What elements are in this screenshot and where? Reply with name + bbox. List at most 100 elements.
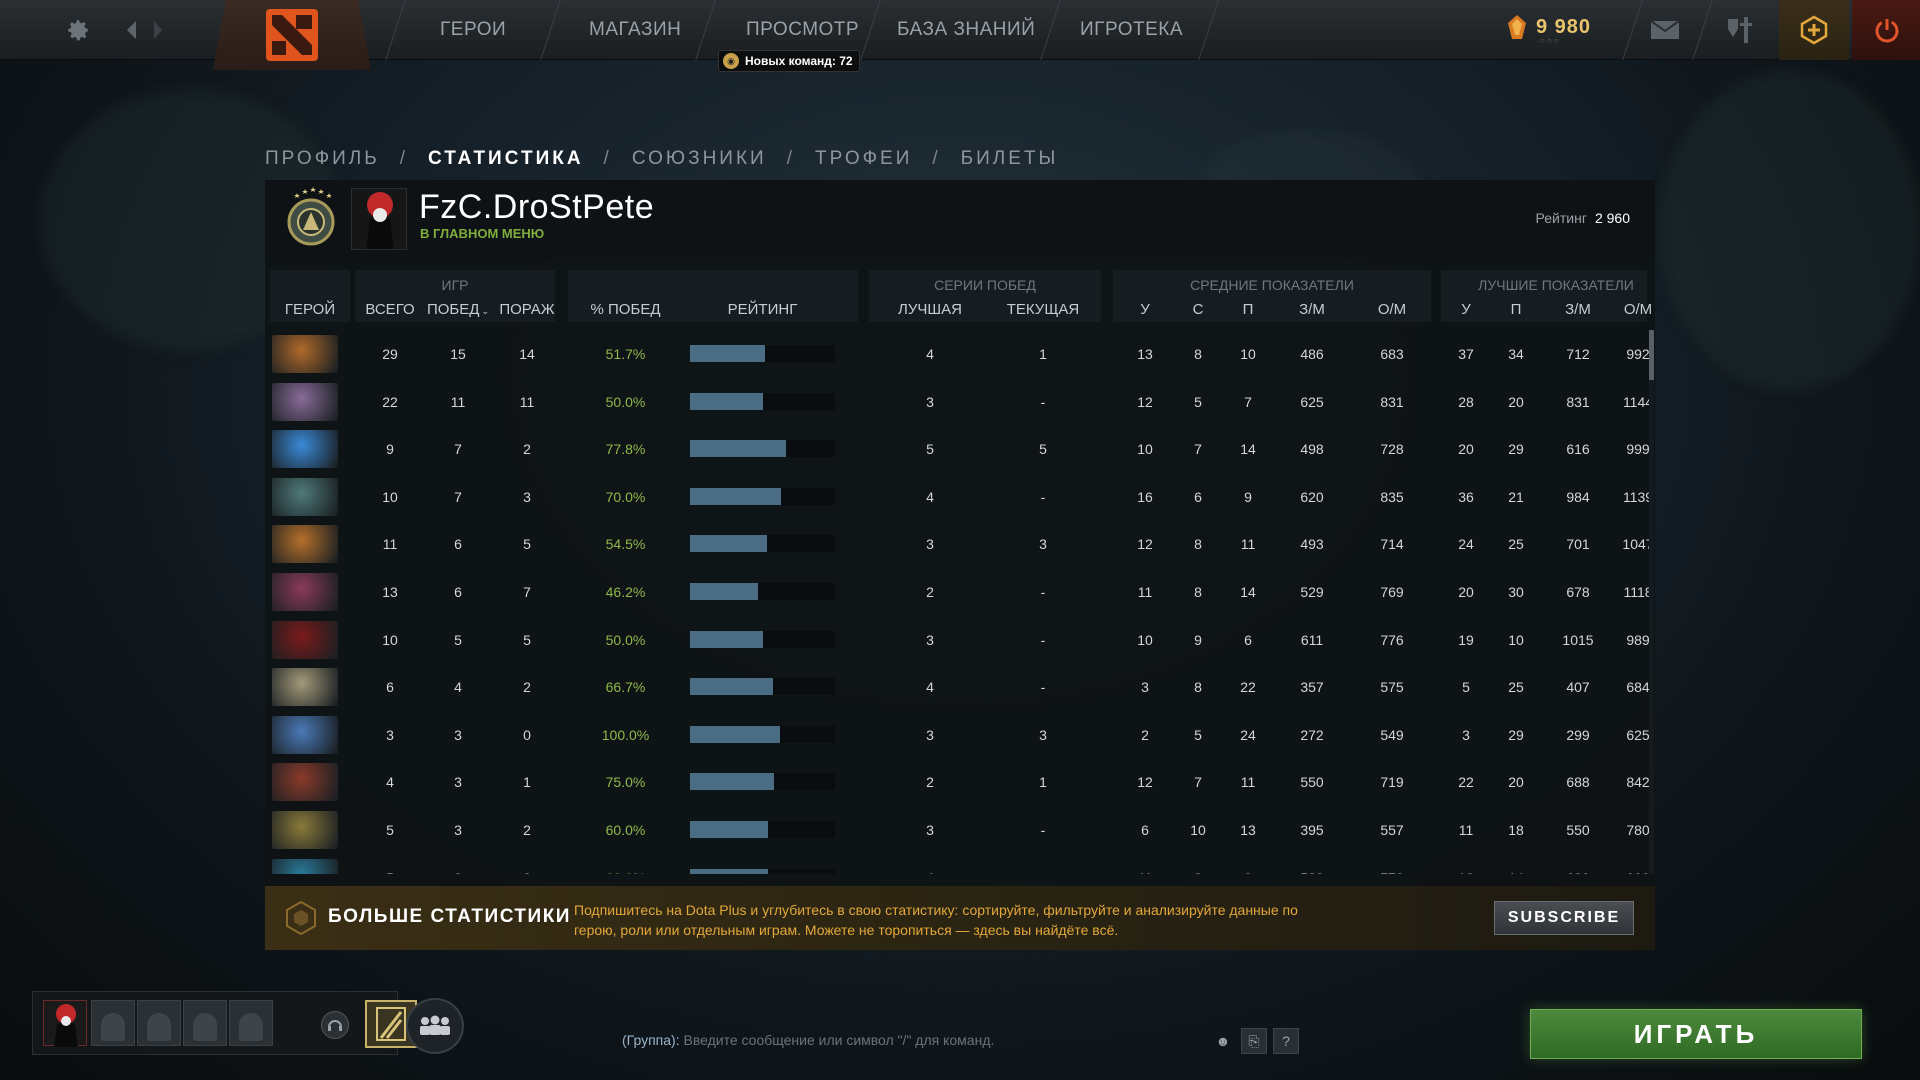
cell-bxpm: 1144 [1622,393,1654,410]
hero-portrait[interactable] [272,335,338,373]
table-row[interactable]: 22 11 11 50.0% 3 - 12 5 7 625 831 28 20 831 1144 [265,378,1655,426]
player-status: В ГЛАВНОМ МЕНЮ [420,226,545,241]
chat-input[interactable]: (Группа): Введите сообщение или символ "… [622,1032,994,1048]
cell-bk: 3 [1462,726,1470,743]
col-avg-assists[interactable]: П [1228,301,1268,318]
nav-learn[interactable]: БАЗА ЗНАНИЙ [897,0,1035,60]
tab-stats[interactable]: СТАТИСТИКА [428,148,584,170]
cell-bk: 37 [1458,346,1474,362]
hero-portrait[interactable] [272,382,338,421]
tab-profile[interactable]: ПРОФИЛЬ [265,148,380,170]
cell-winrate: 66.7% [605,679,646,696]
table-row[interactable]: 29 15 14 51.7% 4 1 13 8 10 486 683 37 34 712 992 [265,330,1655,378]
cell-total: 29 [382,346,398,362]
col-winrate[interactable]: % ПОБЕД [568,301,683,318]
col-avg-xpm[interactable]: О/М [1362,301,1422,318]
forward-arrow-icon[interactable] [148,0,168,60]
power-icon[interactable] [1852,0,1920,60]
table-row[interactable]: 10 5 5 50.0% 3 - 10 9 6 611 776 19 10 1015 989 [265,616,1655,664]
hero-portrait[interactable] [272,858,338,874]
cell-wins: 3 [454,822,462,838]
scrollbar-thumb[interactable] [1649,330,1654,380]
cell-total: 22 [382,393,398,410]
col-rating[interactable]: РЕЙТИНГ [690,301,835,318]
back-arrow-icon[interactable] [120,0,144,60]
col-best-xpm[interactable]: О/М [1608,301,1668,318]
nav-store[interactable]: МАГАЗИН [589,0,681,60]
nav-arcade[interactable]: ИГРОТЕКА [1080,0,1183,60]
hero-portrait[interactable] [272,715,338,754]
party-slot-empty[interactable] [229,1000,273,1046]
hero-portrait[interactable] [272,525,338,564]
voice-chat-icon[interactable] [321,1011,349,1039]
dota-logo[interactable] [213,0,371,70]
party-slot-self[interactable] [43,1000,87,1047]
hero-portrait[interactable] [272,763,338,802]
tab-allies[interactable]: СОЮЗНИКИ [632,148,767,170]
cell-axpm: 776 [1380,631,1404,648]
emoji-icon[interactable]: ☻ [1210,1028,1236,1054]
table-row[interactable]: 10 7 3 70.0% 4 - 16 6 9 620 835 36 21 984 1139 [265,473,1655,521]
cell-agpm: 357 [1300,679,1324,696]
hero-portrait[interactable] [272,573,338,611]
help-icon[interactable]: ? [1273,1028,1299,1054]
table-row[interactable]: 6 4 2 66.7% 4 - 3 8 22 357 575 5 25 407 684 [265,663,1655,711]
hero-portrait[interactable] [272,668,338,707]
table-row[interactable]: 9 7 2 77.8% 5 5 10 7 14 498 728 20 29 616 999 [265,425,1655,473]
new-commands-badge[interactable]: ◉ Новых команд: 72 [718,50,860,72]
table-row[interactable]: 3 3 0 100.0% 3 3 2 5 24 272 549 3 29 299 625 [265,711,1655,759]
hero-portrait[interactable] [272,430,338,469]
nav-heroes[interactable]: ГЕРОИ [440,0,506,60]
gear-icon[interactable] [60,0,96,60]
chat-group-label: (Группа): [622,1032,680,1048]
col-best-kills[interactable]: У [1446,301,1486,318]
party-slot-empty[interactable] [137,1000,181,1046]
col-avg-deaths[interactable]: С [1178,301,1218,318]
table-row[interactable]: 13 6 7 46.2% 2 - 11 8 14 529 769 20 30 678 1118 [265,568,1655,616]
col-wins[interactable]: ПОБЕД ⌄ [422,301,494,318]
cell-ad: 8 [1194,584,1202,600]
col-losses[interactable]: ПОРАЖ [492,301,562,318]
nav-separator [1040,0,1061,60]
table-row[interactable]: 532 60.0% 4- 11 89 520 770 18 14 620900 [265,854,1655,874]
table-row[interactable]: 5 3 2 60.0% 3 - 6 10 13 395 557 11 18 550 780 [265,806,1655,854]
mail-icon[interactable] [1630,0,1700,60]
cell-cur-streak: 3 [1039,536,1047,553]
cell-agpm: 493 [1300,536,1324,553]
col-best-streak[interactable]: ЛУЧШАЯ [870,301,990,318]
dota-plus-icon[interactable] [1779,0,1849,60]
col-avg-gpm[interactable]: З/М [1282,301,1342,318]
col-total[interactable]: ВСЕГО [355,301,425,318]
table-row[interactable]: 4 3 1 75.0% 2 1 12 7 11 550 719 22 20 688 842 [265,758,1655,806]
cell-bk: 18 [1446,854,1486,874]
group-title-averages: СРЕДНИЕ ПОКАЗАТЕЛИ [1190,277,1354,293]
col-best-gpm[interactable]: З/М [1548,301,1608,318]
avatar[interactable] [351,188,407,250]
tab-tickets[interactable]: БИЛЕТЫ [961,148,1059,170]
col-current-streak[interactable]: ТЕКУЩАЯ [983,301,1103,318]
hero-portrait[interactable] [272,620,338,659]
party-slot-empty[interactable] [183,1000,227,1046]
subscribe-button[interactable]: SUBSCRIBE [1494,901,1634,935]
col-best-assists[interactable]: П [1496,301,1536,318]
hero-stats-table[interactable]: 29 15 14 51.7% 4 1 13 8 10 486 683 37 34 712 992 22 11 11… [265,330,1655,874]
cell-bgpm: 712 [1566,346,1590,362]
cell-ak: 3 [1141,679,1149,696]
cell-agpm: 529 [1300,584,1324,600]
table-row[interactable]: 11 6 5 54.5% 3 3 12 8 11 493 714 24 25 701 1047 [265,520,1655,568]
play-button[interactable]: ИГРАТЬ [1530,1009,1862,1059]
tab-trophies[interactable]: ТРОФЕИ [815,148,912,170]
col-avg-kills[interactable]: У [1125,301,1165,318]
cell-axpm: 728 [1380,441,1404,458]
hero-portrait[interactable] [272,477,338,516]
col-hero[interactable]: ГЕРОЙ [270,301,350,318]
armory-icon[interactable] [1705,0,1775,60]
tab-separator: / [603,148,612,169]
cell-ba: 34 [1508,346,1524,362]
hero-portrait[interactable] [272,811,338,849]
party-slot-empty[interactable] [91,1000,135,1046]
new-commands-label: Новых команд: 72 [745,54,853,68]
scrollbar-track[interactable] [1649,330,1654,874]
group-finder-icon[interactable] [406,998,464,1054]
chat-settings-icon[interactable]: ⎘ [1241,1028,1267,1054]
